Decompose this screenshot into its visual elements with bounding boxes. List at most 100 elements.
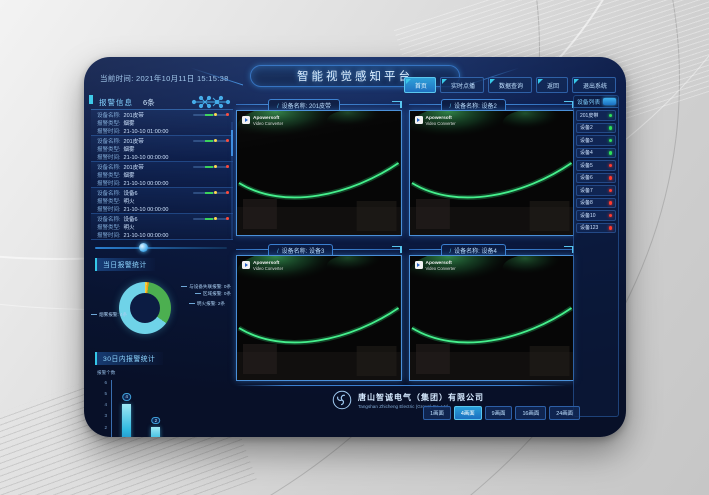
bar-fire: 2明火 xyxy=(146,380,166,437)
video-feed[interactable]: ApowersoftVideo Converter xyxy=(409,110,575,236)
alarm-time-label: 报警时间: xyxy=(97,206,121,214)
nav-data-query-button[interactable]: 数据查询 xyxy=(488,77,532,93)
alarm-list-item[interactable]: 设备名称:设备6 报警类型:明火 报警时间:21-10-10 00:00:00 xyxy=(91,214,233,240)
today-stats-chart: 与设备失联报警: 0条 区域报警: 0条 明火报警: 2条 烟雾报警: 4条 xyxy=(91,272,233,348)
page-title: 智能视觉感知平台 xyxy=(297,68,413,84)
nav-home-button[interactable]: 首页 xyxy=(404,77,436,93)
alarm-mini-timeline xyxy=(193,114,229,116)
donut-label-fire: 明火报警: 2条 xyxy=(189,301,225,307)
alarm-time-value: 21-10-10 00:00:00 xyxy=(124,154,169,162)
device-status-dot xyxy=(609,201,613,205)
frame-corner-decoration xyxy=(392,101,402,108)
page-background: 当前时间: 2021年10月11日 15:15:38 智能视觉感知平台 首页 实… xyxy=(0,0,709,495)
video-scene xyxy=(237,256,401,380)
slider-knob[interactable] xyxy=(139,243,148,252)
bar-chart-ylabel: 报警个数 xyxy=(97,370,115,376)
device-list-panel: 设备列表 201皮带 设备2 设备3 设备4 设备5 设备6 设备7 设备8 设… xyxy=(573,95,619,417)
device-name-label: 设备名称: xyxy=(97,112,121,120)
device-row[interactable]: 设备123 xyxy=(576,223,616,234)
bar-area: 0区域 xyxy=(175,380,195,437)
layout-1-button[interactable]: 1画面 xyxy=(423,406,451,420)
donut-label-smoke: 烟雾报警: 4条 xyxy=(91,312,127,318)
device-row[interactable]: 设备8 xyxy=(576,198,616,209)
device-row[interactable]: 设备7 xyxy=(576,185,616,196)
alarm-time-value: 21-10-10 00:00:00 xyxy=(124,180,169,188)
alarm-list-item[interactable]: 设备名称:201皮带 报警类型:烟雾 报警时间:21-10-10 00:00:0… xyxy=(91,136,233,162)
alarm-mini-timeline xyxy=(193,192,229,194)
company-logo-icon xyxy=(332,390,352,410)
watermark: ApowersoftVideo Converter xyxy=(415,116,456,126)
alarm-list: 设备名称:201皮带 报警类型:烟雾 报警时间:21-10-10 01:00:0… xyxy=(91,110,233,240)
device-row-name: 设备7 xyxy=(580,187,593,194)
video-label-bar: 设备名称: 设备2 xyxy=(409,99,575,110)
device-status-dot xyxy=(609,126,613,130)
top-nav: 首页 实时点播 数据查询 返回 退出系统 xyxy=(404,77,616,93)
nav-live-button[interactable]: 实时点播 xyxy=(440,77,484,93)
frame-corner-decoration xyxy=(392,246,402,253)
today-donut xyxy=(119,282,171,334)
video-panel-2: 设备名称: 设备2 xyxy=(409,99,575,236)
device-name-label: 设备名称: xyxy=(97,164,121,172)
watermark: ApowersoftVideo Converter xyxy=(242,261,283,271)
device-row[interactable]: 设备10 xyxy=(576,210,616,221)
alarm-time-label: 报警时间: xyxy=(97,180,121,188)
video-label-bar: 设备名称: 设备3 xyxy=(236,244,402,255)
device-list-title: 设备列表 xyxy=(577,97,600,106)
bar-value-badge: 2 xyxy=(151,417,161,425)
layout-16-button[interactable]: 16画面 xyxy=(515,406,546,420)
video-feed[interactable]: ApowersoftVideo Converter xyxy=(236,255,402,381)
alarm-type-label: 报警类型: xyxy=(97,224,121,232)
device-name-value: 201皮带 xyxy=(124,138,144,146)
watermark-logo-icon xyxy=(242,116,250,124)
watermark-line2: Video Converter xyxy=(426,266,456,271)
nav-exit-button[interactable]: 退出系统 xyxy=(572,77,616,93)
screen-layout-buttons: 1画面 4画面 9画面 16画面 24画面 xyxy=(423,406,580,420)
alarm-count-badge: 6条 xyxy=(143,97,155,108)
device-row-name: 设备10 xyxy=(580,212,596,219)
alarm-type-label: 报警类型: xyxy=(97,146,121,154)
alarm-info-header: 报警信息 6条 xyxy=(91,95,233,110)
bar-value-badge: 4 xyxy=(122,393,132,401)
nav-back-button[interactable]: 返回 xyxy=(536,77,568,93)
alarm-list-item[interactable]: 设备名称:201皮带 报警类型:烟雾 报警时间:21-10-10 00:00:0… xyxy=(91,162,233,188)
device-name-value: 201皮带 xyxy=(124,112,144,120)
device-status-dot xyxy=(609,214,613,218)
alarm-time-label: 报警时间: xyxy=(97,128,121,136)
alarm-list-scrollbar[interactable] xyxy=(231,122,233,240)
device-row[interactable]: 201皮带 xyxy=(576,110,616,121)
video-scene xyxy=(410,256,574,380)
layout-9-button[interactable]: 9画面 xyxy=(485,406,513,420)
alarm-mini-timeline xyxy=(193,140,229,142)
video-feed[interactable]: ApowersoftVideo Converter xyxy=(236,110,402,236)
device-row[interactable]: 设备4 xyxy=(576,148,616,159)
device-row-name: 设备5 xyxy=(580,162,593,169)
bar-smoke: 4烟雾 xyxy=(117,380,137,437)
layout-24-button[interactable]: 24画面 xyxy=(549,406,580,420)
circuit-nodes-icon xyxy=(191,95,231,109)
device-list-action-button[interactable] xyxy=(603,98,616,105)
device-row-name: 设备3 xyxy=(580,137,593,144)
watermark-logo-icon xyxy=(242,261,250,269)
alarm-list-item[interactable]: 设备名称:201皮带 报警类型:烟雾 报警时间:21-10-10 01:00:0… xyxy=(91,110,233,136)
monthly-bar-chart: 报警个数 6543210 4烟雾 2明火 0区域 0与设备失联 xyxy=(91,368,233,437)
device-row[interactable]: 设备5 xyxy=(576,160,616,171)
alarm-time-label: 报警时间: xyxy=(97,154,121,162)
device-row[interactable]: 设备6 xyxy=(576,173,616,184)
device-status-dot xyxy=(609,114,613,118)
device-row[interactable]: 设备2 xyxy=(576,123,616,134)
alarm-type-label: 报警类型: xyxy=(97,172,121,180)
device-list-header: 设备列表 xyxy=(574,96,618,108)
video-feed[interactable]: ApowersoftVideo Converter xyxy=(409,255,575,381)
layout-4-button[interactable]: 4画面 xyxy=(454,406,482,420)
video-panel-1: 设备名称: 201皮带 xyxy=(236,99,402,236)
watermark: ApowersoftVideo Converter xyxy=(242,116,283,126)
video-panel-3: 设备名称: 设备3 xyxy=(236,244,402,381)
device-row-name: 201皮带 xyxy=(580,112,598,119)
bar-chart-plot: 4烟雾 2明火 0区域 0与设备失联 xyxy=(111,380,229,437)
slider-track[interactable] xyxy=(95,247,227,249)
video-label-bar: 设备名称: 设备4 xyxy=(409,244,575,255)
video-grid: 设备名称: 201皮带 xyxy=(236,99,574,381)
alarm-type-value: 烟雾 xyxy=(124,146,135,154)
device-row[interactable]: 设备3 xyxy=(576,135,616,146)
alarm-list-item[interactable]: 设备名称:设备6 报警类型:明火 报警时间:21-10-10 00:00:00 xyxy=(91,188,233,214)
